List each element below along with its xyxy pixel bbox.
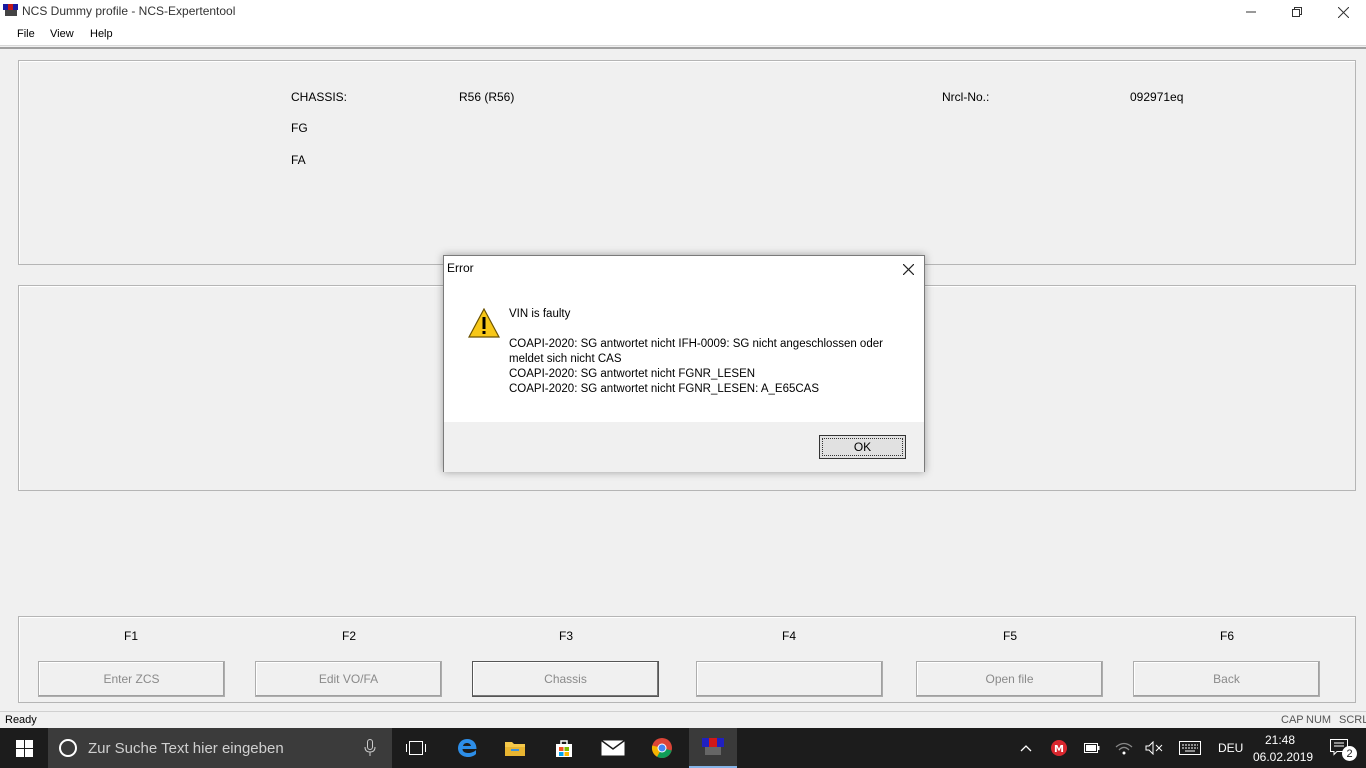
dialog-title: Error xyxy=(447,261,474,275)
fg-label: FG xyxy=(291,121,308,135)
dialog-message-heading: VIN is faulty xyxy=(509,308,571,320)
search-placeholder: Zur Suche Text hier eingeben xyxy=(88,740,284,757)
close-icon xyxy=(1337,6,1349,18)
enter-zcs-button[interactable]: Enter ZCS xyxy=(38,661,225,697)
window-title: NCS Dummy profile - NCS-Expertentool xyxy=(22,4,236,18)
fkey-label-f1: F1 xyxy=(123,629,138,643)
menu-bar: File View Help xyxy=(0,24,1366,46)
scrl-indicator: SCRL xyxy=(1339,714,1366,726)
app-icon xyxy=(3,4,18,16)
chassis-label: CHASSIS: xyxy=(291,90,348,104)
fkey-label-f6: F6 xyxy=(1219,629,1234,643)
clock-date[interactable]: 06.02.2019 xyxy=(1253,750,1313,764)
start-button[interactable] xyxy=(0,728,48,768)
edge-icon xyxy=(458,739,477,757)
task-view-icon xyxy=(406,741,426,755)
restore-button[interactable] xyxy=(1274,0,1320,24)
notification-count-badge: 2 xyxy=(1342,746,1357,761)
dialog-footer: OK xyxy=(444,422,924,472)
close-button[interactable] xyxy=(1320,0,1366,24)
cap-indicator: CAP xyxy=(1281,714,1304,726)
taskbar-file-explorer[interactable] xyxy=(491,728,539,768)
chevron-up-icon xyxy=(1020,745,1032,752)
volume-muted-icon xyxy=(1145,741,1163,755)
restore-icon xyxy=(1292,7,1302,17)
nrcl-label: Nrcl-No.: xyxy=(942,90,990,104)
status-bar: Ready CAP NUM SCRL xyxy=(0,711,1366,728)
chassis-button[interactable]: Chassis xyxy=(472,661,659,697)
dialog-message-line: meldet sich nicht CAS xyxy=(509,353,622,365)
store-icon xyxy=(556,740,572,757)
battery-icon xyxy=(1084,743,1100,753)
edit-vo-fa-button[interactable]: Edit VO/FA xyxy=(255,661,442,697)
fkey-label-f5: F5 xyxy=(1002,629,1017,643)
task-view-button[interactable] xyxy=(392,728,440,768)
open-file-button[interactable]: Open file xyxy=(916,661,1103,697)
ok-button[interactable]: OK xyxy=(819,435,906,459)
dialog-message-line: COAPI-2020: SG antwortet nicht FGNR_LESE… xyxy=(509,383,820,395)
minimize-icon xyxy=(1246,11,1256,13)
taskbar: Zur Suche Text hier eingeben M DEU 21:48… xyxy=(0,728,1366,768)
clock-time[interactable]: 21:48 xyxy=(1265,733,1295,747)
chrome-icon xyxy=(651,738,672,759)
input-language[interactable]: DEU xyxy=(1218,741,1243,755)
title-bar: NCS Dummy profile - NCS-Expertentool xyxy=(0,0,1366,24)
keyboard-icon xyxy=(1179,741,1201,755)
fkey-label-f3: F3 xyxy=(558,629,573,643)
taskbar-store[interactable] xyxy=(540,728,588,768)
action-center-button[interactable]: 2 xyxy=(1318,728,1362,768)
error-dialog: Error VIN is faulty COAPI-2020: SG antwo… xyxy=(443,255,925,472)
taskbar-edge[interactable] xyxy=(443,728,491,768)
taskbar-mail[interactable] xyxy=(589,728,637,768)
svg-text:M: M xyxy=(1054,744,1064,755)
chassis-value: R56 (R56) xyxy=(459,90,515,104)
tray-touch-keyboard[interactable] xyxy=(1168,728,1212,768)
f4-button[interactable] xyxy=(696,661,883,697)
menu-view[interactable]: View xyxy=(50,28,74,40)
nrcl-value: 092971eq xyxy=(1130,90,1184,104)
status-text: Ready xyxy=(5,714,37,726)
cortana-icon xyxy=(59,739,77,757)
dialog-message-line: COAPI-2020: SG antwortet nicht FGNR_LESE… xyxy=(509,368,756,380)
mega-icon: M xyxy=(1051,740,1067,756)
dialog-close-button[interactable] xyxy=(898,259,918,279)
menu-help[interactable]: Help xyxy=(90,28,113,40)
folder-icon xyxy=(505,742,525,756)
windows-icon xyxy=(15,739,33,757)
fkey-label-f2: F2 xyxy=(341,629,356,643)
fkey-label-f4: F4 xyxy=(781,629,796,643)
wifi-icon xyxy=(1115,742,1133,755)
fa-label: FA xyxy=(291,153,306,167)
back-button[interactable]: Back xyxy=(1133,661,1320,697)
mail-icon xyxy=(601,740,625,756)
ncs-app-icon xyxy=(702,738,724,755)
taskbar-chrome[interactable] xyxy=(638,728,686,768)
taskbar-ncs-expert[interactable] xyxy=(689,728,737,768)
divider xyxy=(0,47,1366,49)
taskbar-search-box[interactable]: Zur Suche Text hier eingeben xyxy=(48,728,392,768)
minimize-button[interactable] xyxy=(1228,0,1274,24)
dialog-message-line: COAPI-2020: SG antwortet nicht IFH-0009:… xyxy=(509,338,883,350)
warning-icon xyxy=(468,308,500,338)
microphone-icon[interactable] xyxy=(364,739,376,757)
num-indicator: NUM xyxy=(1306,714,1332,726)
close-icon xyxy=(902,263,914,275)
menu-file[interactable]: File xyxy=(17,28,35,40)
